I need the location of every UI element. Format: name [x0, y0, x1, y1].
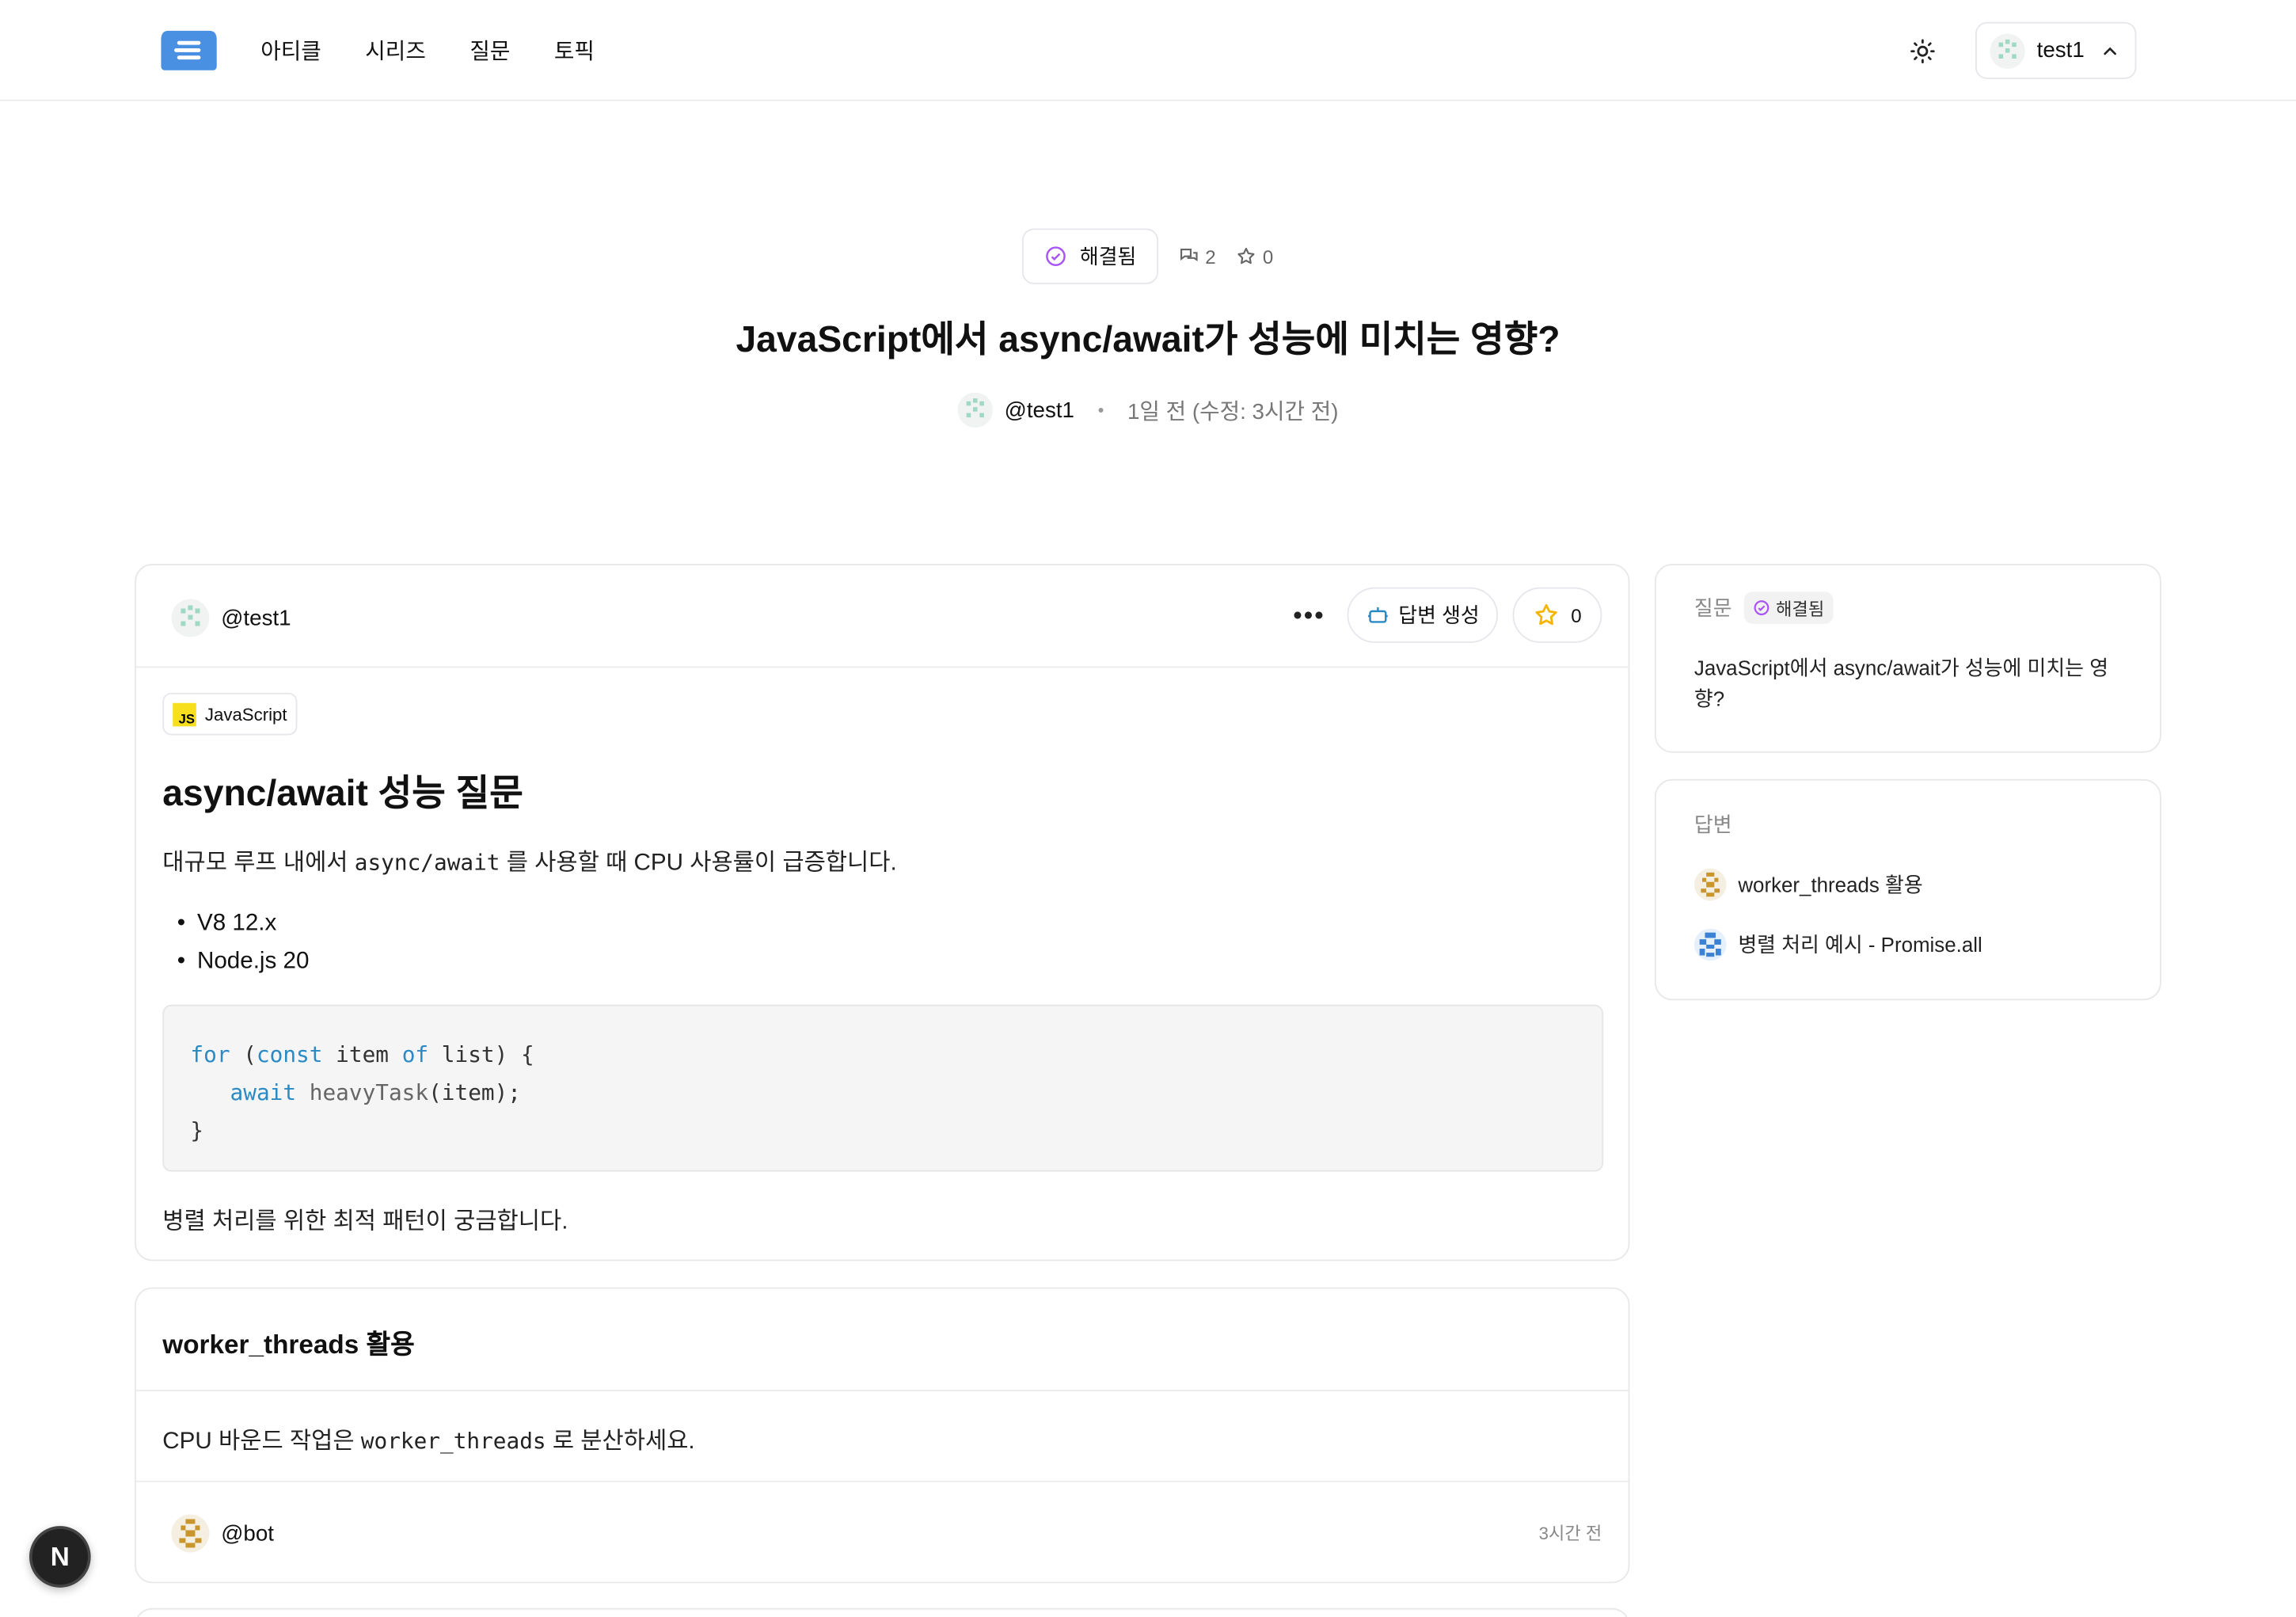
avatar [1990, 32, 2025, 69]
sidebar-question-card: 질문 해결됨 JavaScript에서 async/await가 성능에 미치는… [1654, 564, 2161, 753]
answer-card: worker_threads 활용 CPU 바운드 작업은 worker_thr… [135, 1287, 1630, 1584]
question-meta: 해결됨 2 0 [0, 228, 2296, 284]
inline-code: worker_threads [360, 1428, 546, 1455]
check-circle-icon [1046, 246, 1066, 266]
environment-list: V8 12.x Node.js 20 [177, 905, 310, 981]
sidebar-answers-label: 답변 [1693, 812, 1732, 837]
chevron-up-icon [2103, 46, 2116, 55]
question-paragraph: 대규모 루프 내에서 async/await 를 사용할 때 CPU 사용률이 … [162, 849, 897, 877]
answer-body: CPU 바운드 작업은 worker_threads 로 분산하세요. [136, 1391, 1629, 1482]
code-block: for (const item of list) { await heavyTa… [162, 1004, 1604, 1172]
user-name: test1 [2036, 38, 2085, 63]
answer-author[interactable]: @bot [171, 1514, 274, 1553]
sun-icon [1910, 39, 1935, 63]
robot-icon [1368, 607, 1388, 623]
comment-count: 2 [1179, 245, 1216, 268]
topic-tag[interactable]: JS JavaScript [162, 692, 298, 736]
answer-card-header: worker_threads 활용 [136, 1289, 1629, 1392]
generate-answer-button[interactable]: 답변 생성 [1347, 587, 1499, 643]
status-badge: 해결됨 [1743, 592, 1834, 624]
sidebar-answer-item[interactable]: worker_threads 활용 [1693, 868, 1923, 901]
separator-dot: • [1097, 399, 1104, 420]
avatar[interactable] [957, 392, 993, 428]
page-title: JavaScript에서 async/await가 성능에 미치는 영향? [736, 319, 1560, 360]
post-time: 1일 전 (수정: 3시간 전) [1127, 398, 1339, 424]
nav-questions[interactable]: 질문 [469, 35, 510, 66]
theme-toggle-button[interactable] [1903, 32, 1941, 70]
answer-card [135, 1607, 1630, 1617]
top-header: 아티클 시리즈 질문 토픽 test1 [0, 0, 2296, 101]
check-circle-icon [1754, 600, 1769, 615]
comments-icon [1180, 248, 1198, 261]
question-title: async/await 성능 질문 [162, 773, 523, 815]
question-card: @test1 ••• 답변 생성 0 JS JavaScript async/a… [135, 564, 1630, 1261]
status-badge: 해결됨 [1022, 228, 1159, 284]
list-item: Node.js 20 [177, 943, 309, 981]
bot-avatar [1693, 868, 1727, 901]
inline-code: async/await [354, 849, 500, 877]
sidebar-answer-item[interactable]: 병렬 처리 예시 - Promise.all [1693, 928, 1982, 961]
star-icon [1237, 247, 1256, 264]
author-link[interactable]: @test1 [1005, 398, 1074, 422]
status-label: 해결됨 [1079, 244, 1137, 268]
nav-series[interactable]: 시리즈 [365, 35, 426, 66]
question-closing: 병렬 처리를 위한 최적 패턴이 궁금합니다. [162, 1209, 568, 1235]
hero-author-row: @test1 • 1일 전 (수정: 3시간 전) [0, 392, 2296, 428]
answer-title: worker_threads 활용 [162, 1330, 415, 1360]
user-menu-button[interactable]: test1 [1975, 21, 2137, 79]
javascript-icon: JS [173, 702, 196, 726]
star-button[interactable]: 0 [1512, 587, 1602, 643]
question-author[interactable]: @test1 [171, 599, 291, 637]
nav-topics[interactable]: 토픽 [554, 35, 595, 66]
sidebar-answers-card: 답변 worker_threads 활용 병렬 처리 예시 - Promise.… [1654, 778, 2161, 1001]
answer-text: CPU 바운드 작업은 worker_threads 로 분산하세요. [162, 1428, 695, 1455]
avatar [171, 599, 210, 637]
dev-tools-badge[interactable]: N [29, 1526, 91, 1588]
bot-avatar [171, 1514, 210, 1553]
sidebar-question-label: 질문 [1693, 595, 1732, 620]
sidebar-question-link[interactable]: JavaScript에서 async/await가 성능에 미치는 영향? [1694, 653, 2134, 715]
sidebar-question-label-row: 질문 해결됨 [1694, 592, 1834, 624]
main-nav: 아티클 시리즈 질문 토픽 [260, 35, 595, 66]
star-count: 0 [1237, 245, 1273, 268]
question-card-header: @test1 ••• 답변 생성 0 [136, 565, 1629, 668]
nav-articles[interactable]: 아티클 [260, 35, 321, 66]
more-options-icon[interactable]: ••• [1293, 600, 1325, 631]
answer-time: 3시간 전 [1538, 1523, 1602, 1544]
star-icon [1535, 603, 1557, 626]
list-item: V8 12.x [177, 905, 310, 943]
user-avatar [1693, 928, 1727, 961]
logo-icon[interactable] [160, 28, 219, 71]
